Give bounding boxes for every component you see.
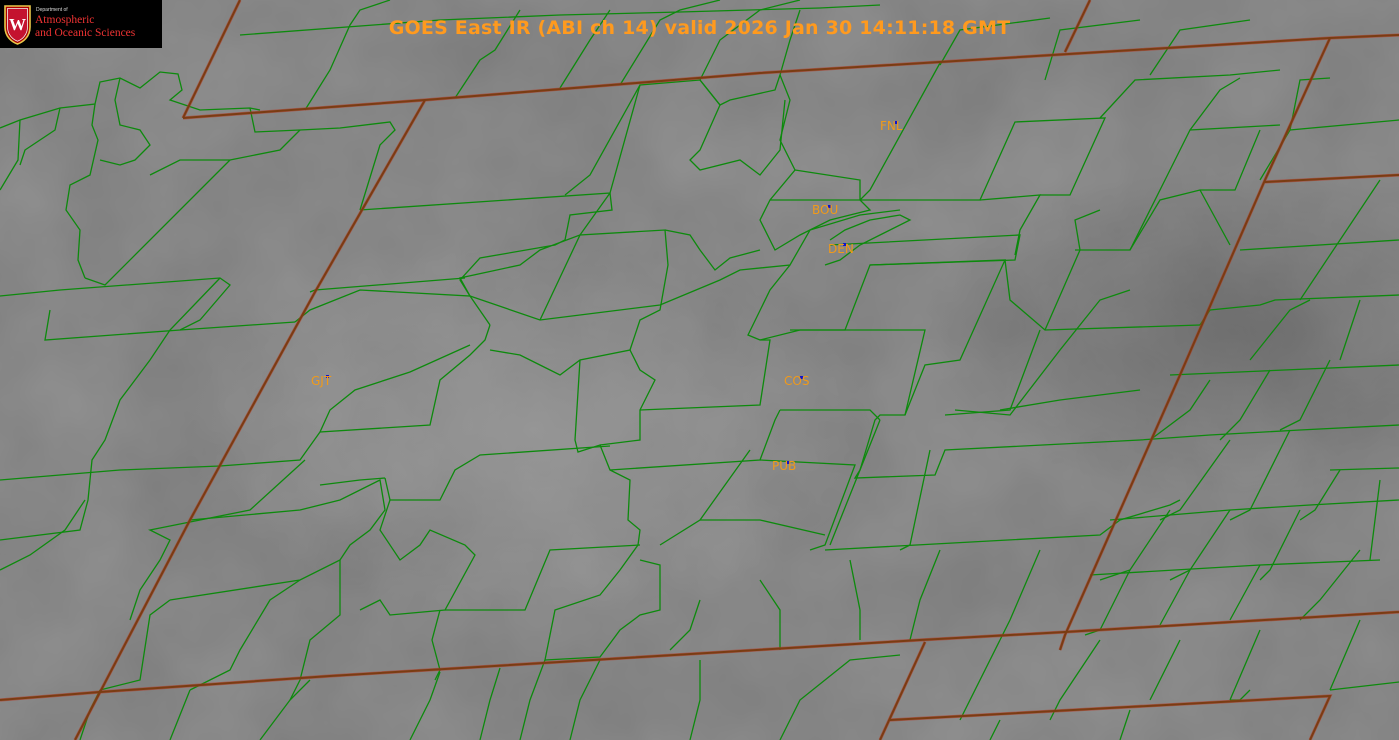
station-label-pub: PUB [772,459,797,473]
logo-line-2: and Oceanic Sciences [35,27,136,39]
station-label-fnl: FNL [880,119,903,133]
logo-line-1: Atmospheric [35,14,95,26]
aos-logo: W Department of Atmospheric and Oceanic … [0,0,162,48]
station-label-den: DEN [828,242,854,256]
station-label-gjt: GJT [311,374,332,388]
logo-department: Department of [36,7,68,13]
crest-letter: W [9,15,26,34]
satellite-map [0,0,1399,740]
station-label-bou: BOU [812,203,839,217]
uw-crest-icon: W [4,5,31,45]
map-title: GOES East IR (ABI ch 14) valid 2026 Jan … [388,17,1011,39]
station-label-cos: COS [784,374,810,388]
